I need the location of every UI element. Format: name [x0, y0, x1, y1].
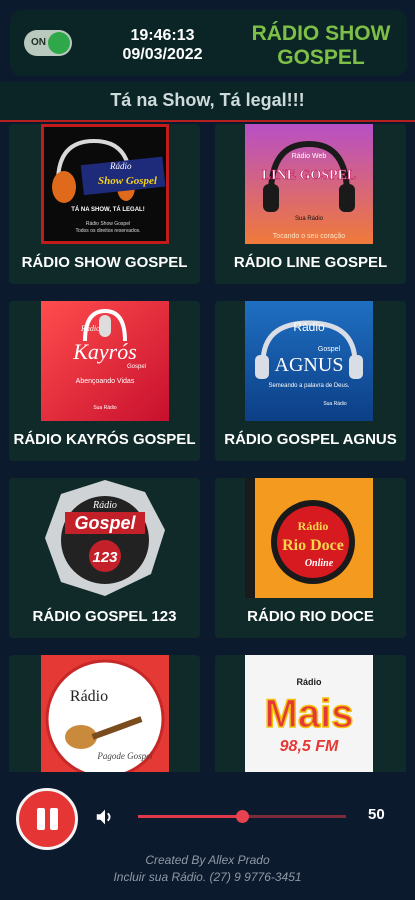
- logo-text: Rádio Show Gospel: [86, 221, 130, 227]
- logo-text: Abençoando Vidas: [76, 378, 135, 385]
- logo-text: LINE GOSPEL: [262, 168, 357, 183]
- station-card[interactable]: Rádio Gospel AGNUS Semeando a palavra de…: [215, 301, 406, 461]
- clock: 19:46:13 09/03/2022: [105, 26, 220, 64]
- volume-slider-fill: [138, 815, 242, 818]
- clock-time: 19:46:13: [130, 27, 195, 44]
- volume-icon[interactable]: [94, 806, 116, 828]
- station-card[interactable]: Rádio Web LINE GOSPEL Sua Rádio Tocando …: [215, 124, 406, 284]
- logo-text: Online: [305, 558, 334, 569]
- logo-text: Mais: [265, 692, 354, 736]
- toggle-label: ON: [31, 37, 46, 48]
- logo-text: Todos os direitos reservados.: [75, 228, 140, 234]
- station-card[interactable]: Rádio Rio Doce Online RÁDIO RIO DOCE: [215, 478, 406, 638]
- station-name: RÁDIO KAYRÓS GOSPEL: [13, 431, 196, 448]
- logo-text: Kayrós: [72, 339, 137, 364]
- volume-slider-thumb[interactable]: [236, 810, 249, 823]
- logo-text: Pagode Gospel: [96, 751, 153, 761]
- logo-text: Sua Rádio: [323, 401, 347, 407]
- logo-text: Rádio Web: [292, 153, 327, 160]
- credits-author: Created By Allex Prado: [145, 853, 270, 867]
- pause-button[interactable]: [16, 788, 78, 850]
- volume-value: 50: [368, 806, 385, 823]
- station-logo-show-gospel: Rádio Show Gospel TÁ NA SHOW, TÁ LEGAL! …: [41, 124, 169, 244]
- logo-text: Rio Doce: [282, 537, 344, 554]
- station-logo-agnus: Rádio Gospel AGNUS Semeando a palavra de…: [245, 301, 373, 421]
- logo-text: Rádio: [296, 677, 322, 687]
- station-card[interactable]: Rádio Show Gospel TÁ NA SHOW, TÁ LEGAL! …: [9, 124, 200, 284]
- player-bar: 50 Created By Allex Prado Incluir sua Rá…: [0, 772, 415, 900]
- logo-text: Gospel: [318, 346, 341, 353]
- station-logo-gospel-123: Rádio Gospel 123: [41, 478, 169, 598]
- station-logo-rio-doce: Rádio Rio Doce Online: [245, 478, 373, 598]
- station-logo-pagode-gospel: Rádio Pagode Gospel: [41, 655, 169, 772]
- app-title: RÁDIO SHOW GOSPEL: [240, 22, 402, 70]
- logo-text: Rádio: [298, 519, 329, 533]
- volume-slider[interactable]: [138, 810, 346, 823]
- station-card[interactable]: Rádio Kayrós Gospel Abençoando Vidas Sua…: [9, 301, 200, 461]
- logo-text: Rádio: [109, 161, 132, 171]
- logo-text: 98,5 FM: [280, 738, 339, 755]
- header-bar: ON 19:46:13 09/03/2022 RÁDIO SHOW GOSPEL: [10, 10, 407, 76]
- station-name: RÁDIO GOSPEL 123: [32, 608, 177, 625]
- logo-text: 123: [92, 549, 118, 566]
- app-title-line2: GOSPEL: [277, 46, 365, 69]
- logo-text: Show Gospel: [98, 175, 158, 187]
- station-logo-line-gospel: Rádio Web LINE GOSPEL Sua Rádio Tocando …: [245, 124, 373, 244]
- clock-date: 09/03/2022: [122, 46, 203, 63]
- logo-text: Sua Rádio: [93, 405, 117, 411]
- pause-icon: [50, 808, 58, 830]
- slogan: Tá na Show, Tá legal!!!: [110, 90, 305, 110]
- logo-text: Semeando a palavra de Deus.: [268, 383, 349, 389]
- station-card[interactable]: Rádio Mais 98,5 FM: [215, 655, 406, 772]
- slogan-band: Tá na Show, Tá legal!!!: [0, 82, 415, 122]
- station-card[interactable]: Rádio Pagode Gospel: [9, 655, 200, 772]
- station-name: RÁDIO LINE GOSPEL: [233, 254, 388, 271]
- toggle-knob: [48, 32, 70, 54]
- station-logo-mais-fm: Rádio Mais 98,5 FM: [245, 655, 373, 772]
- logo-text: Rádio: [293, 320, 325, 334]
- logo-text: AGNUS: [275, 354, 344, 376]
- credits: Created By Allex Prado Incluir sua Rádio…: [0, 852, 415, 886]
- pause-icon: [37, 808, 45, 830]
- station-grid: Rádio Show Gospel TÁ NA SHOW, TÁ LEGAL! …: [0, 124, 415, 772]
- credits-contact: Incluir sua Rádio. (27) 9 9776-3451: [113, 870, 302, 884]
- station-name: RÁDIO RIO DOCE: [247, 608, 374, 625]
- logo-text: Gospel: [74, 513, 136, 533]
- logo-text: Gospel: [127, 364, 146, 370]
- logo-text: Rádio: [92, 500, 117, 511]
- logo-text: Tocando o seu coração: [273, 233, 345, 240]
- power-toggle[interactable]: ON: [24, 30, 72, 56]
- logo-text: Rádio: [80, 324, 100, 333]
- station-name: RÁDIO GOSPEL AGNUS: [224, 431, 397, 448]
- logo-text: TÁ NA SHOW, TÁ LEGAL!: [71, 206, 144, 213]
- logo-text: Rádio: [70, 688, 108, 705]
- station-name: RÁDIO SHOW GOSPEL: [21, 254, 188, 271]
- station-card[interactable]: Rádio Gospel 123 RÁDIO GOSPEL 123: [9, 478, 200, 638]
- logo-text: Sua Rádio: [295, 216, 324, 222]
- station-logo-kayros: Rádio Kayrós Gospel Abençoando Vidas Sua…: [41, 301, 169, 421]
- app-title-line1: RÁDIO SHOW: [251, 22, 391, 45]
